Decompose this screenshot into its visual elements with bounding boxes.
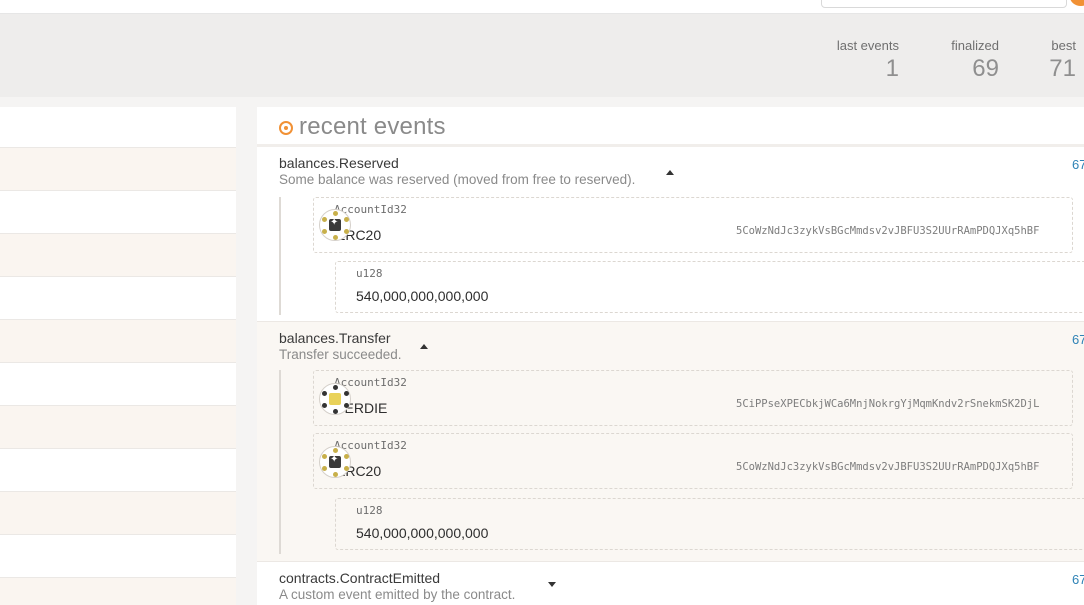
block-row[interactable] xyxy=(0,233,236,276)
event-description: Transfer succeeded. xyxy=(279,347,402,362)
block-row[interactable] xyxy=(0,405,236,448)
stat-label: last events xyxy=(836,38,899,53)
recent-blocks-panel xyxy=(0,107,236,605)
block-row[interactable] xyxy=(0,190,236,233)
param-account: AccountId32 ERC20 5CoWzNdJc3zykVsBGcMmds… xyxy=(313,197,1073,253)
event-description: Some balance was reserved (moved from fr… xyxy=(279,172,636,187)
chain-summary: last events 1 finalized 69 best 71 xyxy=(0,14,1084,97)
block-row[interactable] xyxy=(0,276,236,319)
block-row[interactable] xyxy=(0,534,236,577)
collapse-chevron-icon[interactable] xyxy=(420,344,428,349)
expand-chevron-icon[interactable] xyxy=(548,582,556,587)
stat-finalized: finalized 69 xyxy=(930,38,999,84)
param-balance: u128 540,000,000,000,000 xyxy=(335,261,1084,313)
recent-blocks-header xyxy=(0,107,236,147)
recent-events-panel: recent events balances.Reserved Some bal… xyxy=(257,107,1084,605)
stat-best: best 71 xyxy=(1030,38,1076,84)
block-row[interactable] xyxy=(0,448,236,491)
event-name[interactable]: balances.Transfer xyxy=(279,330,391,346)
event-item: balances.Reserved Some balance was reser… xyxy=(257,147,1084,322)
stat-label: finalized xyxy=(951,38,999,53)
event-name[interactable]: contracts.ContractEmitted xyxy=(279,570,440,586)
recent-events-header: recent events xyxy=(257,107,1084,147)
identicon-ferdie-icon[interactable] xyxy=(319,383,351,415)
event-name[interactable]: balances.Reserved xyxy=(279,155,399,171)
collapse-chevron-icon[interactable] xyxy=(666,170,674,175)
stat-value: 69 xyxy=(972,55,999,82)
search-input[interactable] xyxy=(821,0,1067,8)
account-address[interactable]: 5CoWzNdJc3zykVsBGcMmdsv2vJBFU3S2UUrRAmPD… xyxy=(736,461,1039,473)
identicon-erc20-icon[interactable] xyxy=(319,446,351,478)
block-row[interactable] xyxy=(0,491,236,534)
param-type: u128 xyxy=(356,504,383,517)
stat-value: 71 xyxy=(1049,55,1076,82)
section-title: recent events xyxy=(299,113,446,140)
block-row[interactable] xyxy=(0,577,236,605)
balance-value: 540,000,000,000,000 xyxy=(356,525,489,541)
event-block-link[interactable]: 67-4 xyxy=(1072,157,1084,172)
stat-label: best xyxy=(1051,38,1076,53)
event-item: contracts.ContractEmitted A custom event… xyxy=(257,562,1084,605)
param-type: u128 xyxy=(356,267,383,280)
param-account: AccountId32 FERDIE 5CiPPseXPECbkjWCa6Mnj… xyxy=(313,370,1073,426)
event-block-link[interactable]: 67-2 xyxy=(1072,572,1084,587)
top-bar xyxy=(0,0,1084,14)
explorer-page: last events 1 finalized 69 best 71 recen… xyxy=(0,0,1084,605)
param-account: AccountId32 ERC20 5CoWzNdJc3zykVsBGcMmds… xyxy=(313,433,1073,489)
block-row[interactable] xyxy=(0,319,236,362)
account-address[interactable]: 5CiPPseXPECbkjWCa6MnjNokrgYjMqmKndv2rSne… xyxy=(736,398,1039,410)
stat-value: 1 xyxy=(885,55,899,82)
event-params xyxy=(279,197,281,315)
account-avatar[interactable] xyxy=(1070,0,1084,6)
block-row[interactable] xyxy=(0,147,236,190)
record-icon xyxy=(279,121,293,135)
param-balance: u128 540,000,000,000,000 xyxy=(335,498,1084,550)
event-description: A custom event emitted by the contract. xyxy=(279,587,516,602)
account-address[interactable]: 5CoWzNdJc3zykVsBGcMmdsv2vJBFU3S2UUrRAmPD… xyxy=(736,225,1039,237)
event-item: balances.Transfer Transfer succeeded. 67… xyxy=(257,322,1084,562)
stat-last-events: last events 1 xyxy=(818,38,899,84)
event-block-link[interactable]: 67-3 xyxy=(1072,332,1084,347)
identicon-erc20-icon[interactable] xyxy=(319,209,351,241)
balance-value: 540,000,000,000,000 xyxy=(356,288,489,304)
block-row[interactable] xyxy=(0,362,236,405)
event-params xyxy=(279,370,281,554)
